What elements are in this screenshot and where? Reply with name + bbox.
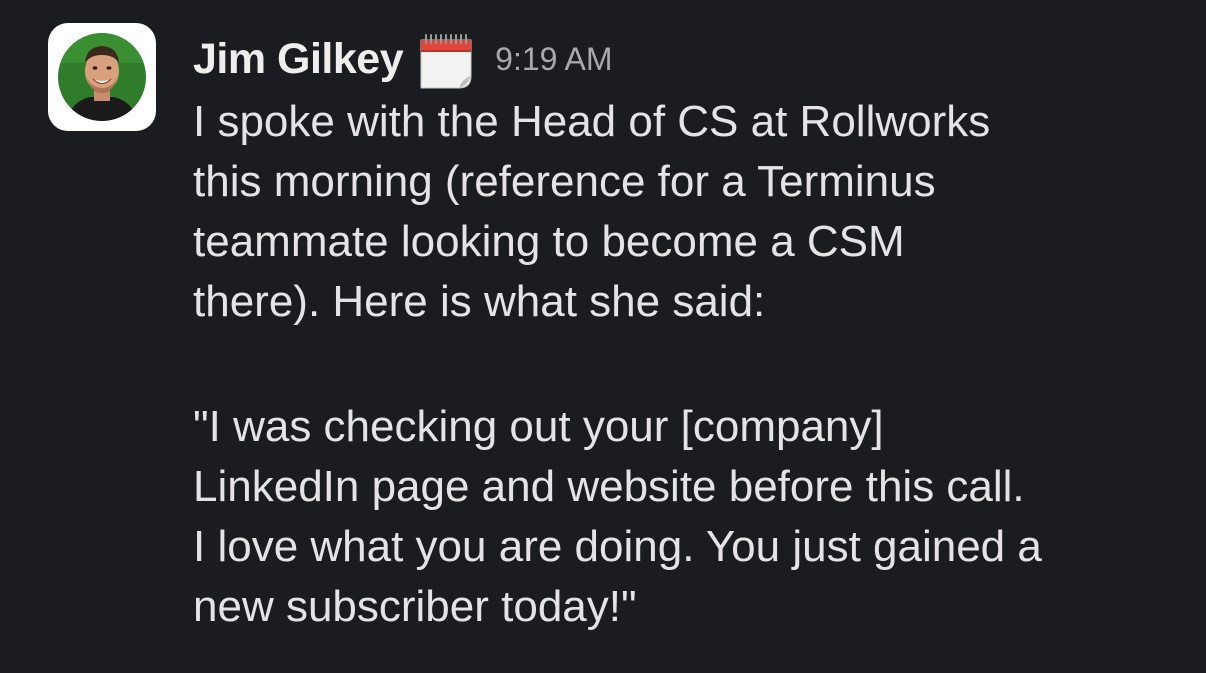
avatar-photo (58, 33, 146, 121)
message-paragraph: I spoke with the Head of CS at Rollworks… (193, 92, 1193, 332)
timestamp[interactable]: 9:19 AM (495, 41, 612, 78)
message-line: teammate looking to become a CSM (193, 217, 905, 266)
message-content: Jim Gilkey 9:19 AM I spoke with the Head… (193, 24, 1193, 637)
message-paragraph-quote: "I was checking out your [company] Linke… (193, 397, 1193, 637)
avatar[interactable] (48, 23, 156, 131)
message-line: this morning (reference for a Terminus (193, 157, 936, 206)
message-body: I spoke with the Head of CS at Rollworks… (193, 92, 1193, 637)
message-line: I love what you are doing. You just gain… (193, 522, 1042, 571)
message-line: new subscriber today!" (193, 582, 637, 631)
calendar-icon (420, 34, 472, 89)
message-line: LinkedIn page and website before this ca… (193, 462, 1025, 511)
author-name[interactable]: Jim Gilkey (193, 35, 404, 84)
message-header: Jim Gilkey 9:19 AM (193, 24, 1193, 94)
message-line: I spoke with the Head of CS at Rollworks (193, 97, 991, 146)
message: Jim Gilkey 9:19 AM I spoke with the Head… (0, 0, 1206, 673)
message-line: "I was checking out your [company] (193, 402, 884, 451)
message-line: there). Here is what she said: (193, 277, 766, 326)
